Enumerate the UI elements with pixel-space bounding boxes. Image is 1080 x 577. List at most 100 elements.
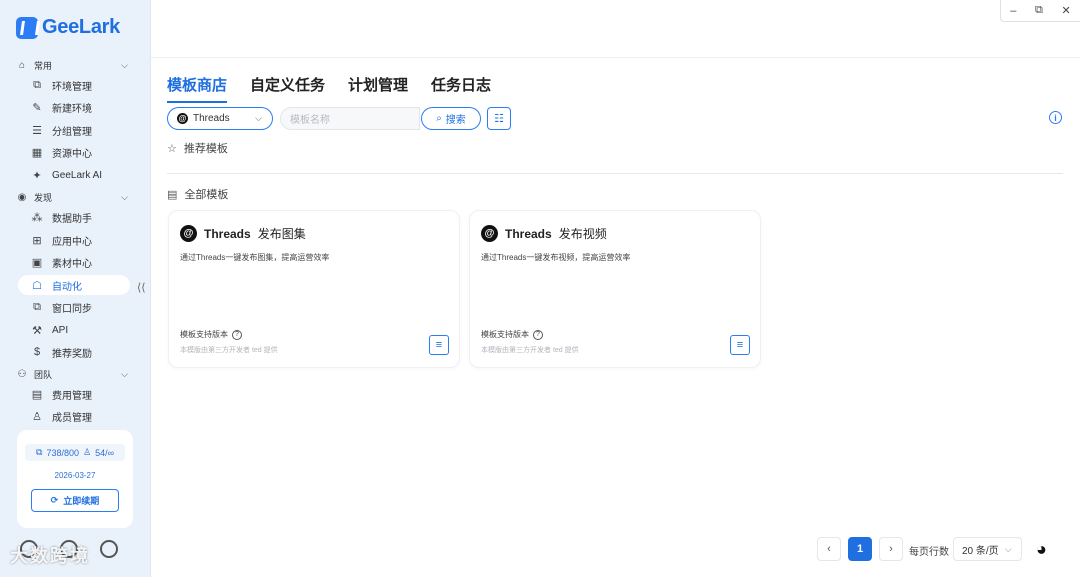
chevron-down-icon: ⌵	[1004, 543, 1012, 554]
eye-assistant-icon[interactable]: ◕	[1036, 539, 1047, 560]
tab-schedule[interactable]: 计划管理	[348, 74, 408, 103]
edit-icon: ✎	[32, 101, 42, 114]
sidebar-item-materials[interactable]: ▣ 素材中心	[18, 252, 130, 272]
recommended-section-title: ☆ 推荐模板	[167, 140, 228, 156]
nav-group-discover[interactable]: ◉ 发现 ⌵	[16, 190, 128, 204]
template-card[interactable]: @ Threads 发布视频 通过Threads一键发布视频，提高运营效率 模板…	[469, 210, 761, 368]
sidebar-item-label: 新建环境	[52, 103, 92, 115]
sidebar-item-label: API	[52, 324, 69, 336]
star-icon: ☆	[167, 142, 177, 155]
robot-icon: ☖	[32, 279, 42, 292]
api-icon: ⚒	[32, 324, 42, 337]
sidebar-item-label: 数据助手	[52, 213, 92, 225]
card-title-text: 发布图集	[257, 227, 306, 241]
member-count-icon: ♙	[82, 447, 92, 457]
main-tabs: 模板商店 自定义任务 计划管理 任务日志	[167, 74, 491, 103]
version-label: 模板支持版本	[481, 330, 529, 339]
tab-template-store[interactable]: 模板商店	[167, 74, 228, 103]
filter-search-icon: ☷	[494, 113, 504, 125]
dollar-icon: $	[33, 346, 41, 358]
sidebar-item-automation[interactable]: ☖ 自动化	[18, 275, 130, 295]
close-icon[interactable]: ✕	[1061, 4, 1070, 17]
sidebar-item-api[interactable]: ⚒ API	[18, 320, 130, 340]
card-detail-button[interactable]: ≡	[730, 335, 750, 355]
card-brand: Threads	[505, 226, 552, 241]
eye-icon: ◉	[17, 191, 27, 203]
sidebar-item-geelark-ai[interactable]: ✦ GeeLark AI	[18, 165, 130, 185]
quota-card: ⧉ 738/800 ♙ 54/∞ 2026-03-27 ⟳ 立即续期	[17, 430, 133, 528]
template-card[interactable]: @ Threads 发布图集 通过Threads一键发布图集，提高运营效率 模板…	[168, 210, 460, 368]
chevron-left-icon: ‹	[827, 543, 831, 555]
expiry-date: 2026-03-27	[54, 471, 96, 480]
nav-group-team[interactable]: ⚇ 团队 ⌵	[16, 367, 128, 381]
page-number-button[interactable]: 1	[848, 537, 872, 561]
card-developer: 本模版由第三方开发者 ted 提供	[481, 347, 579, 354]
all-section-title: ▤ 全部模板	[167, 186, 228, 202]
prev-page-button[interactable]: ‹	[817, 537, 841, 561]
sidebar-item-resources[interactable]: ▦ 资源中心	[18, 142, 130, 162]
help-icon[interactable]: ?	[232, 329, 242, 340]
app-logo[interactable]: GeeLark	[16, 16, 120, 39]
section-label: 推荐模板	[183, 143, 228, 155]
user-icon: ♙	[32, 410, 42, 423]
platform-select[interactable]: @ Threads ⌵	[167, 107, 273, 130]
card-detail-button[interactable]: ≡	[429, 335, 449, 355]
sidebar-item-label: 成员管理	[52, 412, 92, 424]
home-icon: ⌂	[18, 59, 26, 71]
sidebar-item-app-center[interactable]: ⊞ 应用中心	[18, 230, 130, 250]
info-icon[interactable]: i	[1049, 111, 1062, 124]
chevron-down-icon: ⌵	[121, 191, 128, 202]
advanced-search-button[interactable]: ☷	[487, 107, 511, 130]
help-icon[interactable]: ?	[533, 329, 543, 340]
card-version: 模板支持版本 ?	[481, 329, 543, 340]
tab-task-log[interactable]: 任务日志	[431, 74, 491, 103]
sidebar-item-data-assistant[interactable]: ⁂ 数据助手	[18, 207, 130, 227]
card-description: 通过Threads一键发布视频，提高运营效率	[481, 253, 631, 262]
minimize-icon[interactable]: –	[1010, 5, 1016, 17]
platform-value: Threads	[193, 113, 230, 124]
threads-icon: @	[177, 113, 188, 124]
header-divider	[151, 57, 1080, 58]
sidebar-item-label: 窗口同步	[52, 303, 92, 315]
app-name: GeeLark	[42, 16, 120, 38]
sidebar-item-groups[interactable]: ☰ 分组管理	[18, 120, 130, 140]
list-icon: ☰	[32, 124, 42, 137]
book-icon: ▤	[167, 188, 178, 201]
profile-icon[interactable]	[100, 540, 118, 558]
renew-button[interactable]: ⟳ 立即续期	[31, 489, 119, 512]
next-page-button[interactable]: ›	[879, 537, 903, 561]
restore-icon[interactable]: ⧉	[1035, 4, 1043, 17]
double-chevron-left-icon[interactable]: ⟨⟨	[137, 281, 146, 294]
nav-group-common[interactable]: ⌂ 常用 ⌵	[16, 58, 128, 72]
image-icon: ▣	[31, 256, 43, 269]
sidebar-item-label: 自动化	[52, 281, 82, 293]
card-title: @ Threads 发布图集	[180, 225, 306, 242]
member-count: 54/∞	[95, 447, 114, 458]
env-count: 738/800	[46, 447, 79, 458]
search-icon: ⌕	[436, 113, 442, 124]
sync-icon: ⧉	[33, 300, 41, 313]
page-size-value: 20 条/页	[962, 545, 999, 557]
search-button[interactable]: ⌕ 搜索	[421, 107, 481, 130]
list-icon: ≡	[736, 339, 744, 351]
wallet-icon: ▤	[31, 388, 43, 401]
threads-icon: @	[180, 225, 197, 242]
list-icon: ≡	[435, 339, 443, 351]
card-brand: Threads	[204, 226, 251, 241]
sidebar-item-new-env[interactable]: ✎ 新建环境	[18, 97, 130, 117]
windows-icon: ⧉	[33, 78, 41, 91]
team-icon: ⚇	[17, 368, 27, 380]
sidebar-item-label: 应用中心	[52, 236, 92, 248]
env-count-icon: ⧉	[36, 447, 43, 457]
sidebar-item-referral[interactable]: $ 推荐奖励	[18, 342, 130, 362]
geelark-logo-icon	[16, 16, 38, 39]
sidebar-item-env-management[interactable]: ⧉ 环境管理	[18, 75, 130, 95]
renew-label: 立即续期	[63, 496, 100, 506]
page-size-select[interactable]: 20 条/页 ⌵	[953, 537, 1022, 561]
tab-custom-tasks[interactable]: 自定义任务	[250, 74, 325, 103]
card-title: @ Threads 发布视频	[481, 225, 607, 242]
search-input[interactable]: 模板名称	[280, 107, 420, 130]
sidebar-item-billing[interactable]: ▤ 费用管理	[18, 384, 130, 404]
sidebar-item-members[interactable]: ♙ 成员管理	[18, 406, 130, 426]
sidebar-item-window-sync[interactable]: ⧉ 窗口同步	[18, 297, 130, 317]
